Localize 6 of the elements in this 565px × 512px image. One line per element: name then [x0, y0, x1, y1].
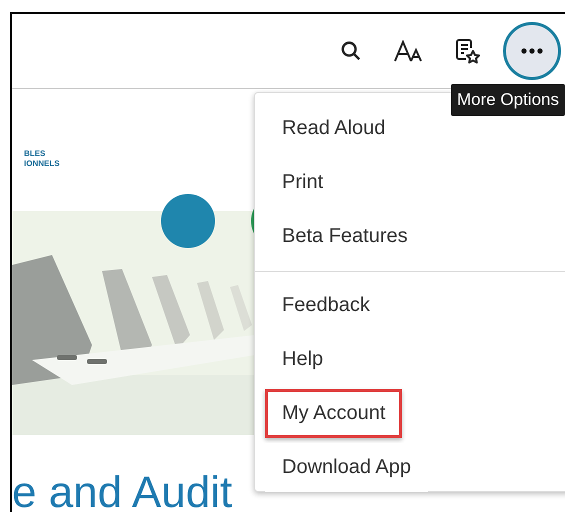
page-heading: e and Audit	[12, 471, 234, 512]
more-icon	[521, 48, 543, 54]
menu-item[interactable]: My Account	[265, 388, 402, 438]
logo-text: IONNELS	[24, 159, 61, 169]
logo-text: BLES	[24, 149, 46, 159]
tooltip: More Options	[450, 84, 565, 116]
